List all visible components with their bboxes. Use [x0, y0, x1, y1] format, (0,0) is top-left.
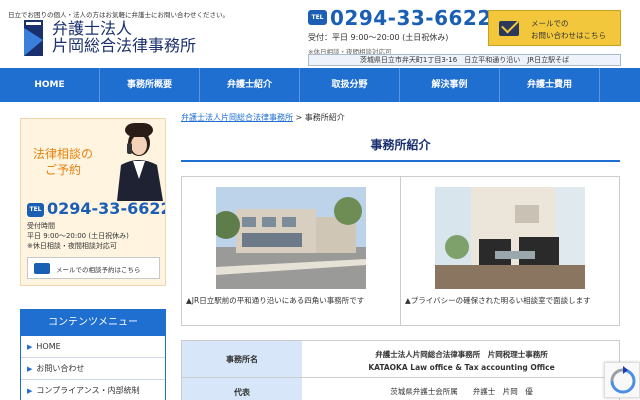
info-value-firm-name: 弁護士法人片岡総合法律事務所 片岡税理士事務所 KATAOKA Law offi… — [302, 341, 621, 377]
office-exterior-cell: ▲JR日立駅前の平和通り沿いにある四角い事務所です — [182, 177, 401, 325]
consultation-room-cell: ▲プライバシーの確保された明るい相談室で面談します — [401, 177, 620, 325]
sidebar-content-menu: コンテンツメニュー ▶ HOME ▶ お問い合わせ ▶ コンプライアンス・内部統制 — [20, 309, 166, 400]
page: 日立でお困りの個人・法人の方はお気軽に弁護士にお問い合わせください。 弁護士法人… — [0, 0, 640, 400]
arrow-right-icon: ▶ — [27, 387, 33, 395]
mail-inquiry-button[interactable]: メールでの お問い合わせはこちら — [488, 10, 621, 46]
mail-button-line1: メールでの — [531, 19, 569, 28]
header: 日立でお困りの個人・法人の方はお気軽に弁護士にお問い合わせください。 弁護士法人… — [0, 0, 640, 68]
info-label-firm-name: 事務所名 — [182, 341, 302, 377]
nav-contact[interactable]: お問 — [600, 68, 640, 102]
header-hours: 受付：平日 9:00〜20:00 (土日祝休み) — [308, 33, 449, 42]
office-photos: ▲JR日立駅前の平和通り沿いにある四角い事務所です ▲プライバシーの確保された明… — [181, 176, 620, 326]
sidebar-item-label: お問い合わせ — [36, 364, 85, 373]
promo-phone-icon: TEL — [27, 203, 44, 217]
breadcrumb-separator: > — [293, 113, 305, 122]
representative-name: 茨城県弁護士会所属 弁護士 片岡 優 — [390, 387, 533, 396]
envelope-icon — [499, 21, 519, 36]
sidebar-item-home[interactable]: ▶ HOME — [21, 336, 165, 358]
header-tel-number[interactable]: 0294-33-6622 — [330, 6, 492, 30]
exterior-caption: ▲JR日立駅前の平和通り沿いにある四角い事務所です — [186, 296, 365, 305]
global-nav: HOME 事務所概要 弁護士紹介 取扱分野 解決事例 弁護士費用 お問 — [0, 68, 640, 102]
sidebar-consultation-promo: 法律相談の ご予約 TEL 0294-33-6622 受付時間 平日 9:00〜… — [20, 118, 166, 286]
recaptcha-badge[interactable] — [604, 362, 640, 398]
nav-cases[interactable]: 解決事例 — [400, 68, 500, 102]
receptionist-photo — [107, 121, 165, 201]
firm-logo-icon[interactable] — [24, 20, 43, 56]
consultation-room-photo — [435, 187, 585, 289]
firm-name-line2[interactable]: 片岡総合法律事務所 — [52, 37, 196, 55]
nav-home[interactable]: HOME — [0, 68, 100, 102]
header-address: 茨城県日立市弁天町1丁目3-16 日立平和通り沿い JR日立駅そば — [308, 54, 621, 66]
promo-hours-label: 受付時間 — [27, 222, 55, 230]
breadcrumb-home-link[interactable]: 弁護士法人片岡総合法律事務所 — [181, 113, 293, 122]
nav-fees[interactable]: 弁護士費用 — [500, 68, 600, 102]
breadcrumb-current: 事務所紹介 — [304, 113, 345, 122]
nav-practice-areas[interactable]: 取扱分野 — [300, 68, 400, 102]
promo-envelope-icon — [34, 263, 50, 274]
nav-lawyers[interactable]: 弁護士紹介 — [200, 68, 300, 102]
breadcrumb: 弁護士法人片岡総合法律事務所 > 事務所紹介 — [181, 112, 345, 123]
room-caption: ▲プライバシーの確保された明るい相談室で面談します — [405, 296, 591, 305]
promo-hours-note: ※休日相談・夜間相談対応可 — [27, 242, 117, 250]
page-title: 事務所紹介 — [181, 132, 620, 162]
info-row-representative: 代表 茨城県弁護士会所属 弁護士 片岡 優 — [181, 378, 620, 400]
promo-title-line2: ご予約 — [45, 163, 82, 177]
promo-hours: 平日 9:00〜20:00 (土日祝休み) — [27, 232, 129, 240]
promo-tel-number[interactable]: 0294-33-6622 — [47, 199, 165, 218]
header-tagline: 日立でお困りの個人・法人の方はお気軽に弁護士にお問い合わせください。 — [8, 11, 229, 19]
promo-mail-label: メールでの相談予約はこちら — [56, 266, 141, 274]
arrow-right-icon: ▶ — [27, 343, 33, 351]
recaptcha-icon — [610, 366, 636, 394]
nav-office-overview[interactable]: 事務所概要 — [100, 68, 200, 102]
sidebar-item-label: HOME — [36, 342, 61, 351]
content-menu-title: コンテンツメニュー — [21, 310, 165, 336]
info-row-firm-name: 事務所名 弁護士法人片岡総合法律事務所 片岡税理士事務所 KATAOKA Law… — [181, 340, 620, 378]
sidebar-item-contact[interactable]: ▶ お問い合わせ — [21, 358, 165, 380]
mail-button-line2: お問い合わせはこちら — [531, 31, 606, 40]
info-value-representative: 茨城県弁護士会所属 弁護士 片岡 優 — [302, 378, 621, 400]
firm-name-ja: 弁護士法人片岡総合法律事務所 片岡税理士事務所 — [375, 350, 548, 359]
phone-icon: TEL — [308, 10, 327, 25]
arrow-right-icon: ▶ — [27, 365, 33, 373]
firm-name-en: KATAOKA Law office & Tax accounting Offi… — [368, 363, 555, 372]
promo-title-line1: 法律相談の — [33, 147, 94, 161]
office-exterior-photo — [216, 187, 366, 289]
sidebar-item-compliance[interactable]: ▶ コンプライアンス・内部統制 — [21, 380, 165, 400]
sidebar-item-label: コンプライアンス・内部統制 — [36, 386, 140, 395]
info-label-representative: 代表 — [182, 378, 302, 400]
promo-mail-button[interactable]: メールでの相談予約はこちら — [27, 257, 160, 279]
